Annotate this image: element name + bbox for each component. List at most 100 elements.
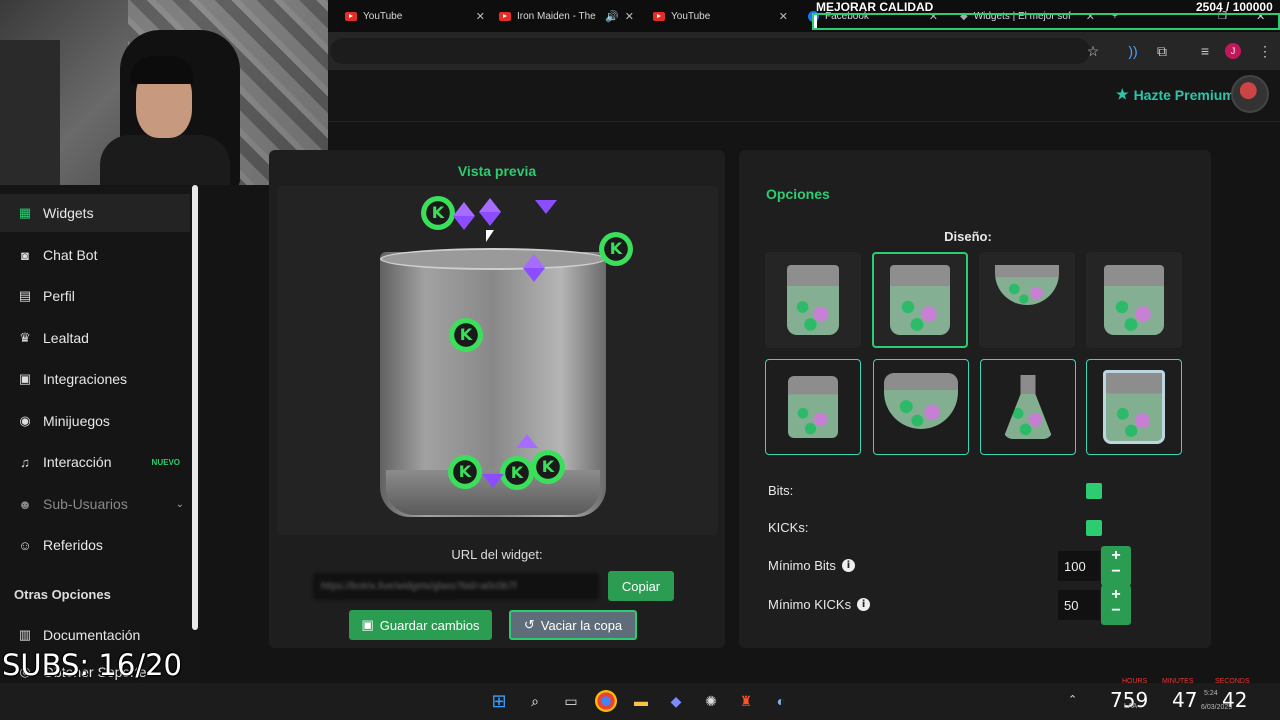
sidebar-item-label: Perfil xyxy=(43,288,75,304)
tab-iron-maiden[interactable]: Iron Maiden - The 🔊 ✕ xyxy=(499,4,634,28)
design-option-glass-tall[interactable] xyxy=(765,252,861,348)
sidebar-scrollbar[interactable] xyxy=(192,185,198,630)
sidebar-item-chat-bot[interactable]: ◙ Chat Bot xyxy=(0,236,190,274)
hours-label: HOURS xyxy=(1122,678,1148,685)
widget-url-label: URL del widget: xyxy=(451,547,543,562)
user-avatar[interactable] xyxy=(1231,75,1269,113)
design-option-mug[interactable] xyxy=(765,359,861,455)
close-tab-icon[interactable]: ✕ xyxy=(625,10,634,23)
min-bits-stepper[interactable]: + − xyxy=(1101,546,1131,586)
sidebar-item-label: Documentación xyxy=(43,627,141,643)
design-option-martini[interactable] xyxy=(979,252,1075,348)
sidebar-item-integraciones[interactable]: ▣ Integraciones xyxy=(0,360,190,398)
close-tab-icon[interactable]: ✕ xyxy=(476,10,485,23)
sidebar-item-label: Widgets xyxy=(43,205,94,221)
address-bar[interactable] xyxy=(330,38,1090,64)
kicks-label: KICKs: xyxy=(768,520,809,535)
design-option-flask[interactable] xyxy=(980,359,1076,455)
bits-gem-icon xyxy=(523,268,545,282)
sidebar-item-label: Interacción xyxy=(43,454,112,470)
options-title: Opciones xyxy=(766,186,830,202)
bookmark-star-icon[interactable]: ☆ xyxy=(1083,41,1103,61)
bits-label: Bits: xyxy=(768,483,794,498)
info-icon[interactable]: i xyxy=(857,598,871,611)
design-option-bowl[interactable] xyxy=(873,359,969,455)
other-options-heading: Otras Opciones xyxy=(14,587,111,602)
chrome-icon[interactable] xyxy=(595,690,617,712)
plus-icon[interactable]: + xyxy=(1101,587,1131,603)
id-card-icon: ▤ xyxy=(18,288,32,303)
menu-dots-icon[interactable]: ⋮ xyxy=(1255,41,1275,61)
save-changes-button[interactable]: ▣ Guardar cambios xyxy=(349,610,492,640)
sidebar-item-label: Lealtad xyxy=(43,330,89,346)
goal-counter: 2504 / 100000 xyxy=(1196,0,1273,14)
tab-label: Iron Maiden - The xyxy=(517,10,596,22)
tab-youtube-2[interactable]: YouTube ✕ xyxy=(653,4,788,28)
bits-gem-icon xyxy=(516,434,538,448)
design-option-glass-wide[interactable] xyxy=(872,252,968,348)
app-diamond-icon[interactable]: ◆ xyxy=(665,690,687,712)
clock-date[interactable]: 6/03/2025 xyxy=(1201,704,1232,711)
star-icon: ★ xyxy=(1116,86,1129,102)
bits-gem-icon xyxy=(479,198,501,212)
grid-icon: ▦ xyxy=(18,205,32,220)
extension-wave-icon[interactable]: )) xyxy=(1123,41,1143,61)
kick-coin-icon: K xyxy=(449,318,483,352)
music-icon: ♫ xyxy=(20,454,30,470)
search-icon[interactable]: ⌕ xyxy=(524,690,546,712)
speaker-icon[interactable]: 🔊 xyxy=(605,10,619,23)
system-tray-chevron-icon[interactable]: ⌃ xyxy=(1068,693,1077,706)
bits-gem-icon xyxy=(479,212,501,226)
plug-icon: ▣ xyxy=(18,371,32,386)
language-indicator[interactable]: LAA xyxy=(1124,703,1137,710)
premium-button[interactable]: ★ Hazte Premium xyxy=(1116,86,1235,103)
min-kicks-row-label: Mínimo KICKs i xyxy=(768,597,871,612)
file-explorer-icon[interactable]: ▬ xyxy=(630,690,652,712)
info-icon[interactable]: i xyxy=(841,559,855,572)
sidebar-item-minijuegos[interactable]: ◉ Minijuegos xyxy=(0,402,190,440)
steam-icon[interactable]: ◐ xyxy=(770,690,792,712)
sidebar-item-widgets[interactable]: ▦ Widgets xyxy=(0,194,190,232)
minus-icon[interactable]: − xyxy=(1101,564,1131,580)
widget-url-input[interactable]: https://botrix.live/widgets/glass?bid=a0… xyxy=(313,573,599,600)
sidebar-item-lealtad[interactable]: ♛ Lealtad xyxy=(0,319,190,357)
undo-icon: ↺ xyxy=(523,617,535,632)
bits-gem-icon xyxy=(453,202,475,216)
min-kicks-stepper[interactable]: + − xyxy=(1101,585,1131,625)
mouse-cursor-icon xyxy=(486,230,494,242)
user-plus-icon: ☺ xyxy=(18,537,32,553)
sidebar-item-interaccion[interactable]: ♫ Interacción NUEVO xyxy=(0,443,190,481)
min-bits-row-label: Mínimo Bits i xyxy=(768,558,855,573)
kicks-checkbox[interactable] xyxy=(1086,520,1102,536)
design-option-bucket[interactable] xyxy=(1086,359,1182,455)
brave-icon[interactable]: ♜ xyxy=(735,690,757,712)
users-icon: ☻ xyxy=(18,496,32,512)
tab-youtube-1[interactable]: YouTube ✕ xyxy=(345,4,485,28)
bits-checkbox[interactable] xyxy=(1086,483,1102,499)
media-queue-icon[interactable]: ≡ xyxy=(1195,41,1215,61)
close-tab-icon[interactable]: ✕ xyxy=(779,10,788,23)
plus-icon[interactable]: + xyxy=(1101,548,1131,564)
windows-start-icon[interactable]: ⊞ xyxy=(488,690,510,712)
min-bits-input[interactable]: 100 xyxy=(1058,551,1100,581)
bits-gem-icon xyxy=(453,216,475,230)
empty-glass-button[interactable]: ↺ Vaciar la copa xyxy=(509,610,637,640)
copy-button[interactable]: Copiar xyxy=(608,571,674,601)
minus-icon[interactable]: − xyxy=(1101,603,1131,619)
sidebar-item-sub-usuarios[interactable]: ☻ Sub-Usuarios ⌄ xyxy=(0,485,190,523)
improve-quality-text: MEJORAR CALIDAD xyxy=(816,0,934,14)
min-kicks-input[interactable]: 50 xyxy=(1058,590,1100,620)
design-option-tumbler[interactable] xyxy=(1086,252,1182,348)
app-gear-icon[interactable]: ✺ xyxy=(700,690,722,712)
extensions-puzzle-icon[interactable]: ⧉ xyxy=(1152,41,1172,61)
sidebar-item-perfil[interactable]: ▤ Perfil xyxy=(0,277,190,315)
timer-minutes: 47 xyxy=(1172,688,1198,712)
sidebar-item-label: Minijuegos xyxy=(43,413,110,429)
sidebar-item-referidos[interactable]: ☺ Referidos xyxy=(0,526,190,564)
minutes-label: MINUTES xyxy=(1162,678,1194,685)
save-icon: ▣ xyxy=(361,617,374,632)
kick-coin-icon: K xyxy=(531,450,565,484)
task-view-icon[interactable]: ▭ xyxy=(560,690,582,712)
clock-time[interactable]: 5:24 xyxy=(1204,690,1218,697)
profile-avatar-icon[interactable]: J xyxy=(1225,43,1241,59)
